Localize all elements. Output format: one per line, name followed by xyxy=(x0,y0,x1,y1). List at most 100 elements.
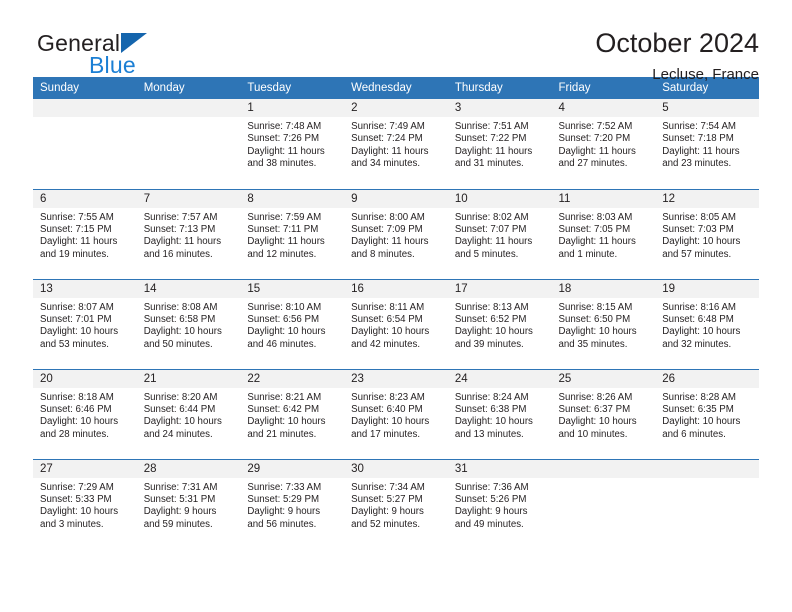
sunset-text: Sunset: 6:44 PM xyxy=(143,403,216,415)
calendar-day-cell[interactable]: 26 Sunrise: 8:28 AM Sunset: 6:35 PM Dayligh… xyxy=(655,368,759,459)
calendar-day-cell[interactable]: 11 Sunrise: 8:03 AM Sunset: 7:05 PM Dayligh… xyxy=(551,188,656,279)
sunrise-text: Sunrise: 8:16 AM xyxy=(662,301,736,313)
sunrise-text: Sunrise: 8:07 AM xyxy=(40,301,114,313)
daylight-text: Daylight: 11 hours and 5 minutes. xyxy=(454,236,533,260)
day-number: 6 xyxy=(33,189,137,208)
calendar-day-cell[interactable]: 22 Sunrise: 8:21 AM Sunset: 6:42 PM Dayligh… xyxy=(240,368,345,459)
sunset-text: Sunset: 7:22 PM xyxy=(454,133,527,145)
day-details: Sunrise: 7:33 AM Sunset: 5:29 PM Daylight:… xyxy=(240,478,344,532)
sunset-text: Sunset: 5:26 PM xyxy=(454,493,527,505)
day-number: 27 xyxy=(33,459,137,478)
calendar-day-cell[interactable]: 10 Sunrise: 8:02 AM Sunset: 7:07 PM Dayligh… xyxy=(447,188,552,279)
sunrise-text: Sunrise: 8:02 AM xyxy=(454,211,529,223)
daylight-text: Daylight: 10 hours and 13 minutes. xyxy=(454,416,533,440)
day-number: 2 xyxy=(344,99,448,117)
calendar-day-cell[interactable]: 16 Sunrise: 8:11 AM Sunset: 6:54 PM Dayligh… xyxy=(344,278,448,369)
day-details: Sunrise: 8:23 AM Sunset: 6:40 PM Daylight:… xyxy=(344,388,448,442)
daylight-text: Daylight: 11 hours and 27 minutes. xyxy=(558,145,636,170)
calendar-day-cell[interactable]: 29 Sunrise: 7:33 AM Sunset: 5:29 PM Dayligh… xyxy=(240,458,345,549)
day-number: 30 xyxy=(344,459,448,478)
calendar-day-cell[interactable]: 30 Sunrise: 7:34 AM Sunset: 5:27 PM Dayligh… xyxy=(344,458,448,549)
calendar-day-cell[interactable]: 13 Sunrise: 8:07 AM Sunset: 7:01 PM Dayligh… xyxy=(33,278,137,369)
day-details: Sunrise: 8:08 AM Sunset: 6:58 PM Daylight:… xyxy=(137,298,241,352)
day-number: 5 xyxy=(655,99,759,117)
calendar-day-cell[interactable]: 18 Sunrise: 8:15 AM Sunset: 6:50 PM Dayligh… xyxy=(551,278,656,369)
calendar-day-cell[interactable]: 8 Sunrise: 7:59 AM Sunset: 7:11 PM Daylight… xyxy=(240,188,345,279)
sunset-text: Sunset: 6:54 PM xyxy=(351,313,423,325)
sunset-text: Sunset: 7:09 PM xyxy=(351,223,423,235)
day-number: 8 xyxy=(240,189,345,208)
sunset-text: Sunset: 6:58 PM xyxy=(143,313,216,325)
calendar-day-cell[interactable]: 25 Sunrise: 8:26 AM Sunset: 6:37 PM Dayligh… xyxy=(551,368,656,459)
calendar-day-cell[interactable]: 15 Sunrise: 8:10 AM Sunset: 6:56 PM Dayligh… xyxy=(240,278,345,369)
day-number: 1 xyxy=(240,99,345,117)
day-number xyxy=(33,99,137,117)
sunset-text: Sunset: 6:52 PM xyxy=(454,313,527,325)
calendar-day-cell[interactable]: 5 Sunrise: 7:54 AM Sunset: 7:18 PM Daylight… xyxy=(655,99,759,189)
calendar-day-cell[interactable]: 9 Sunrise: 8:00 AM Sunset: 7:09 PM Daylight… xyxy=(344,188,448,279)
calendar-day-cell[interactable]: 31 Sunrise: 7:36 AM Sunset: 5:26 PM Dayligh… xyxy=(447,458,552,549)
day-number: 21 xyxy=(136,369,241,388)
daylight-text: Daylight: 11 hours and 34 minutes. xyxy=(351,145,429,170)
sunset-text: Sunset: 7:07 PM xyxy=(454,223,527,235)
day-number: 29 xyxy=(240,459,345,478)
day-number: 19 xyxy=(655,279,759,298)
calendar-day-cell[interactable]: 7 Sunrise: 7:57 AM Sunset: 7:13 PM Daylight… xyxy=(136,188,241,279)
day-details: Sunrise: 8:21 AM Sunset: 6:42 PM Daylight:… xyxy=(240,388,344,442)
calendar-day-cell[interactable]: 4 Sunrise: 7:52 AM Sunset: 7:20 PM Daylight… xyxy=(551,99,656,189)
calendar-day-cell[interactable]: 20 Sunrise: 8:18 AM Sunset: 6:46 PM Dayligh… xyxy=(33,368,137,459)
daylight-text: Daylight: 10 hours and 24 minutes. xyxy=(143,416,222,440)
sunset-text: Sunset: 6:48 PM xyxy=(662,313,734,325)
day-details: Sunrise: 7:36 AM Sunset: 5:26 PM Daylight:… xyxy=(448,478,552,532)
daylight-text: Daylight: 11 hours and 31 minutes. xyxy=(454,145,533,170)
calendar-day-cell[interactable]: 1 Sunrise: 7:48 AM Sunset: 7:26 PM Daylight… xyxy=(240,99,345,189)
calendar-day-cell[interactable]: 21 Sunrise: 8:20 AM Sunset: 6:44 PM Dayligh… xyxy=(136,368,241,459)
sunrise-text: Sunrise: 7:29 AM xyxy=(40,481,114,493)
day-details: Sunrise: 8:02 AM Sunset: 7:07 PM Daylight:… xyxy=(448,208,552,262)
calendar-day-cell[interactable]: 14 Sunrise: 8:08 AM Sunset: 6:58 PM Dayligh… xyxy=(136,278,241,369)
calendar-day-cell[interactable]: 2 Sunrise: 7:49 AM Sunset: 7:24 PM Daylight… xyxy=(344,99,448,189)
day-number xyxy=(655,459,759,478)
sunset-text: Sunset: 5:27 PM xyxy=(351,493,423,505)
day-details: Sunrise: 8:16 AM Sunset: 6:48 PM Daylight:… xyxy=(655,298,759,352)
sunrise-text: Sunrise: 7:36 AM xyxy=(454,481,529,493)
daylight-text: Daylight: 10 hours and 17 minutes. xyxy=(351,416,430,440)
day-number: 17 xyxy=(447,279,552,298)
day-details: Sunrise: 8:28 AM Sunset: 6:35 PM Daylight:… xyxy=(655,388,759,442)
daylight-text: Daylight: 10 hours and 42 minutes. xyxy=(351,326,430,350)
calendar-day-cell[interactable]: 12 Sunrise: 8:05 AM Sunset: 7:03 PM Dayligh… xyxy=(655,188,759,279)
calendar-day-cell[interactable]: 3 Sunrise: 7:51 AM Sunset: 7:22 PM Daylight… xyxy=(447,99,552,189)
day-number: 15 xyxy=(240,279,345,298)
sunset-text: Sunset: 6:42 PM xyxy=(247,403,320,415)
day-number: 26 xyxy=(655,369,759,388)
daylight-text: Daylight: 11 hours and 8 minutes. xyxy=(351,236,429,260)
sunset-text: Sunset: 7:24 PM xyxy=(351,133,423,145)
sunrise-text: Sunrise: 7:33 AM xyxy=(247,481,322,493)
sunset-text: Sunset: 5:31 PM xyxy=(143,493,216,505)
day-number: 16 xyxy=(344,279,448,298)
day-details: Sunrise: 8:20 AM Sunset: 6:44 PM Daylight:… xyxy=(137,388,241,442)
calendar-day-cell[interactable]: 6 Sunrise: 7:55 AM Sunset: 7:15 PM Daylight… xyxy=(33,188,137,279)
daylight-text: Daylight: 11 hours and 38 minutes. xyxy=(247,145,325,170)
sunrise-text: Sunrise: 7:49 AM xyxy=(351,121,425,132)
calendar-day-cell[interactable]: 23 Sunrise: 8:23 AM Sunset: 6:40 PM Dayligh… xyxy=(344,368,448,459)
sunrise-text: Sunrise: 7:34 AM xyxy=(351,481,425,493)
calendar-day-cell[interactable]: 19 Sunrise: 8:16 AM Sunset: 6:48 PM Dayligh… xyxy=(655,278,759,369)
sunrise-text: Sunrise: 8:03 AM xyxy=(558,211,633,223)
daylight-text: Daylight: 11 hours and 12 minutes. xyxy=(247,236,325,260)
calendar-day-cell[interactable]: 24 Sunrise: 8:24 AM Sunset: 6:38 PM Dayligh… xyxy=(447,368,552,459)
general-blue-logo[interactable]: General Blue xyxy=(33,26,168,82)
sunrise-text: Sunrise: 7:31 AM xyxy=(143,481,218,493)
calendar-day-cell[interactable]: 27 Sunrise: 7:29 AM Sunset: 5:33 PM Dayligh… xyxy=(33,458,137,549)
day-details: Sunrise: 8:05 AM Sunset: 7:03 PM Daylight:… xyxy=(655,208,759,262)
weekday-header-wednesday: Wednesday xyxy=(344,77,448,99)
title-block: October 2024 Lecluse, France xyxy=(595,26,759,83)
sunrise-text: Sunrise: 7:57 AM xyxy=(143,211,218,223)
day-details: Sunrise: 7:29 AM Sunset: 5:33 PM Daylight:… xyxy=(33,478,137,532)
calendar-day-cell[interactable]: 28 Sunrise: 7:31 AM Sunset: 5:31 PM Dayligh… xyxy=(136,458,241,549)
calendar-day-cell[interactable]: 17 Sunrise: 8:13 AM Sunset: 6:52 PM Dayligh… xyxy=(447,278,552,369)
sun-times-calendar: Sunday Monday Tuesday Wednesday Thursday… xyxy=(33,77,759,549)
sunset-text: Sunset: 7:13 PM xyxy=(143,223,216,235)
sunrise-text: Sunrise: 7:59 AM xyxy=(247,211,322,223)
sunset-text: Sunset: 6:37 PM xyxy=(558,403,631,415)
